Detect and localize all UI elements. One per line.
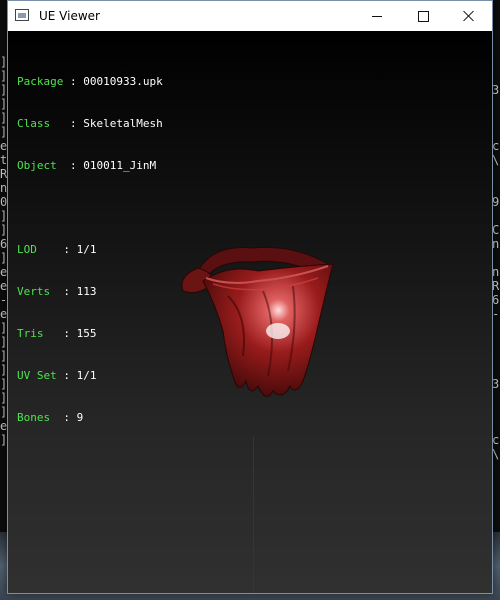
info-pad: [70, 411, 77, 424]
maximize-button[interactable]: [400, 1, 446, 31]
package-value: 00010933.upk: [83, 75, 163, 88]
verts-value: 113: [76, 285, 97, 298]
info-row-tris: Tris : 155: [17, 327, 97, 340]
info-pad: [44, 327, 64, 340]
window-title: UE Viewer: [39, 9, 100, 23]
app-window-icon[interactable]: [15, 9, 29, 21]
info-pad: [50, 117, 70, 130]
info-row-object: Object : 010011_JinM: [17, 159, 157, 172]
background-console-text-right: 3 c \ 9 C n n R 6 - 3 c \: [492, 83, 500, 461]
close-icon: [463, 10, 475, 22]
minimize-button[interactable]: [354, 1, 400, 31]
bones-value: 9: [76, 411, 84, 424]
ue-viewer-window[interactable]: UE Viewer Package : 00010933.upk Class :…: [7, 0, 493, 594]
info-pad: [70, 285, 77, 298]
info-pad: [70, 243, 77, 256]
maximize-icon: [417, 10, 429, 22]
info-spacer: [17, 201, 163, 215]
skeletal-mesh-render[interactable]: [168, 236, 338, 406]
info-row-lod: LOD : 1/1: [17, 243, 97, 256]
3d-viewport[interactable]: Package : 00010933.upk Class : SkeletalM…: [8, 31, 492, 593]
screen: ] ] ] ] ] ] e t R n 0 ] ] 6 ] e e - e ] …: [0, 0, 500, 600]
blue-axis-line: [253, 437, 254, 593]
info-row-package: Package : 00010933.upk: [17, 75, 163, 88]
info-pad: [50, 411, 63, 424]
info-row-verts: Verts : 113: [17, 285, 97, 298]
info-row-bones: Bones : 9: [17, 411, 84, 424]
tris-value: 155: [76, 327, 97, 340]
lod-value: 1/1: [76, 243, 97, 256]
info-pad: [37, 243, 64, 256]
class-value: SkeletalMesh: [83, 117, 163, 130]
info-row-uvset: UV Set : 1/1: [17, 369, 97, 382]
info-pad: [50, 285, 63, 298]
info-row-class: Class : SkeletalMesh: [17, 117, 163, 130]
info-pad: [57, 159, 70, 172]
info-pad: [70, 327, 77, 340]
mesh-info-overlay: Package : 00010933.upk Class : SkeletalM…: [17, 47, 163, 453]
object-value: 010011_JinM: [83, 159, 157, 172]
close-button[interactable]: [446, 1, 492, 31]
minimize-icon: [372, 15, 382, 17]
title-bar[interactable]: UE Viewer: [8, 1, 492, 31]
info-pad: [63, 75, 70, 88]
uvset-value: 1/1: [76, 369, 97, 382]
info-pad: [70, 369, 77, 382]
